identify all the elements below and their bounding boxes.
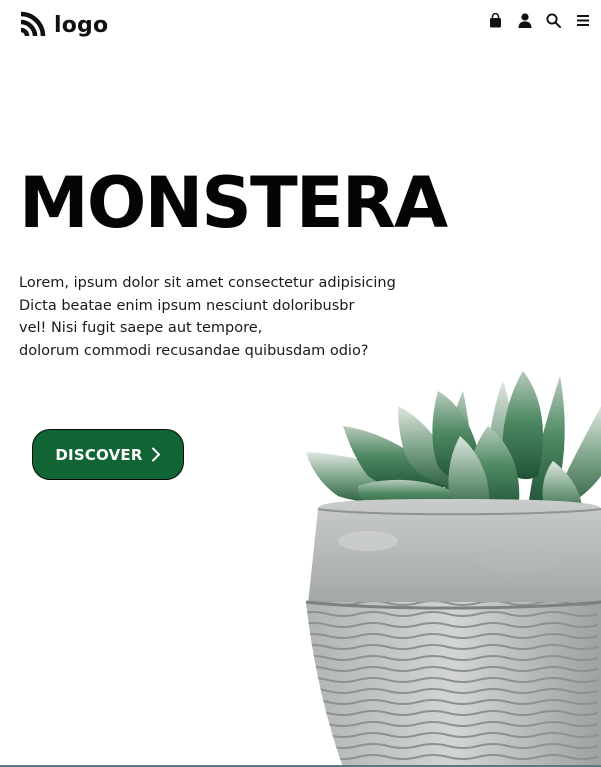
user-icon[interactable] <box>516 12 533 29</box>
hero-title: MONSTERA <box>19 162 448 244</box>
header-nav <box>487 12 591 29</box>
hero-description: Lorem, ipsum dolor sit amet consectetur … <box>19 272 419 362</box>
description-line: dolorum commodi recusandae quibusdam odi… <box>19 342 369 359</box>
succulent-plant-image <box>298 366 601 767</box>
shopping-bag-icon[interactable] <box>487 12 504 29</box>
search-icon[interactable] <box>545 12 562 29</box>
chevron-right-icon <box>151 447 161 462</box>
logo-text: logo <box>54 12 109 38</box>
description-line: Lorem, ipsum dolor sit amet consectetur … <box>19 275 396 291</box>
discover-button-label: DISCOVER <box>55 445 143 464</box>
header: logo <box>0 0 601 52</box>
description-line: Dicta beatae enim ipsum nesciunt dolorib… <box>19 297 355 314</box>
description-line: vel! Nisi fugit saepe aut tempore, <box>19 320 263 336</box>
discover-button[interactable]: DISCOVER <box>32 429 184 480</box>
menu-icon[interactable] <box>574 12 591 29</box>
rss-icon <box>18 11 46 39</box>
logo-link[interactable]: logo <box>18 11 108 39</box>
